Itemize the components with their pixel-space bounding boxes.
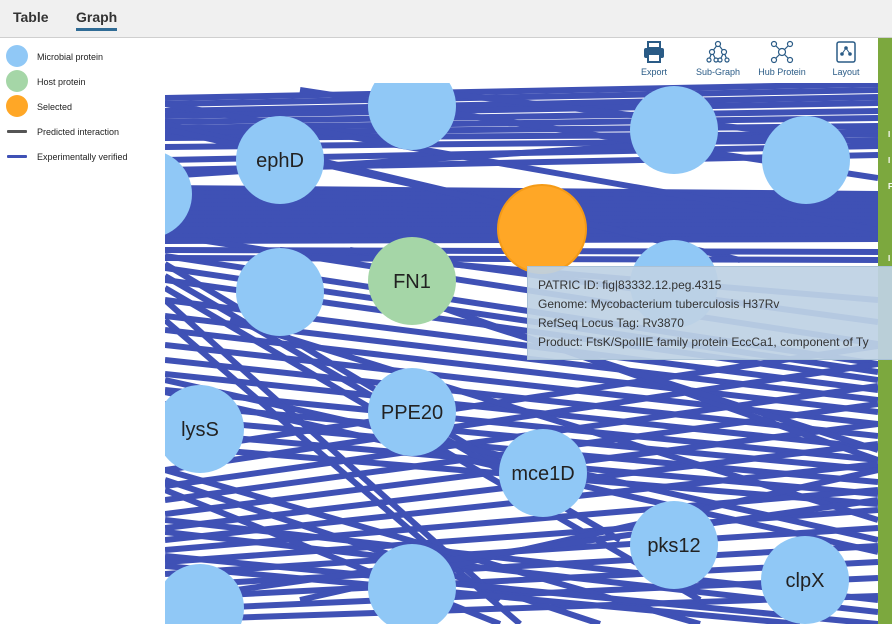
- tooltip-refseq-locus-tag: RefSeq Locus Tag: Rv3870: [538, 316, 684, 330]
- legend-experimentally-verified: Experimentally verified: [0, 145, 165, 167]
- tooltip-product: Product: FtsK/SpoIIIE family protein Ecc…: [538, 335, 869, 349]
- protein-node-ephd[interactable]: ephD: [236, 116, 324, 204]
- host-protein-swatch: [6, 70, 28, 92]
- subgraph-label: Sub-Graph: [695, 67, 741, 77]
- protein-node-clpx[interactable]: clpX: [761, 536, 849, 624]
- hub-protein-button[interactable]: Hub Protein: [756, 40, 808, 77]
- legend-label: Host protein: [37, 77, 86, 87]
- protein-node-label: clpX: [786, 570, 825, 592]
- protein-node-fn1[interactable]: FN1: [368, 237, 456, 325]
- microbial-protein-circle[interactable]: [762, 116, 850, 204]
- legend-label: Microbial protein: [37, 52, 104, 62]
- protein-node[interactable]: [236, 248, 324, 336]
- side-panel-char: I: [888, 156, 891, 165]
- protein-node-ppe20[interactable]: PPE20: [368, 368, 456, 456]
- predicted-interaction-swatch: [7, 130, 27, 133]
- protein-node[interactable]: [630, 86, 718, 174]
- subgraph-icon: [706, 40, 730, 63]
- layout-icon: [836, 41, 856, 63]
- selected-protein-circle[interactable]: [497, 184, 587, 274]
- legend-label: Predicted interaction: [37, 127, 120, 137]
- protein-node-label: pks12: [647, 535, 700, 557]
- selected-swatch: [6, 95, 28, 117]
- layout-label: Layout: [832, 67, 860, 77]
- legend-label: Selected: [37, 102, 73, 112]
- export-button[interactable]: Export: [634, 40, 674, 77]
- tooltip-patric-id: PATRIC ID: fig|83332.12.peg.4315: [538, 278, 722, 292]
- microbial-protein-swatch: [6, 45, 28, 67]
- side-panel-char: I: [888, 254, 891, 263]
- hub-protein-label: Hub Protein: [758, 67, 806, 77]
- protein-node-label: mce1D: [511, 463, 574, 485]
- printer-icon: [644, 41, 664, 63]
- protein-node-label: PPE20: [381, 402, 443, 424]
- legend-predicted-interaction: Predicted interaction: [0, 120, 165, 142]
- layout-button[interactable]: Layout: [826, 40, 866, 77]
- protein-node-label: ephD: [256, 150, 304, 172]
- side-panel-char: I: [888, 130, 891, 139]
- view-tab-bar: Table Graph: [0, 0, 892, 38]
- legend-selected: Selected: [0, 95, 165, 117]
- graph-toolbar: Export Sub-Graph Hub Protein Layout: [630, 40, 878, 82]
- legend-host-protein: Host protein: [0, 70, 165, 92]
- subgraph-button[interactable]: Sub-Graph: [694, 40, 742, 77]
- node-tooltip: PATRIC ID: fig|83332.12.peg.4315 Genome:…: [527, 266, 892, 360]
- export-label: Export: [640, 67, 667, 77]
- protein-node[interactable]: [762, 116, 850, 204]
- microbial-protein-circle[interactable]: [630, 86, 718, 174]
- legend-label: Experimentally verified: [37, 152, 128, 162]
- legend-microbial-protein: Microbial protein: [0, 45, 165, 67]
- protein-node[interactable]: [497, 184, 587, 274]
- experimentally-verified-swatch: [7, 155, 27, 158]
- side-panel-char: F: [888, 182, 892, 191]
- graph-legend: Microbial protein Host protein Selected …: [0, 40, 165, 624]
- microbial-protein-circle[interactable]: [236, 248, 324, 336]
- tab-table[interactable]: Table: [13, 9, 49, 25]
- protein-node-mce1d[interactable]: mce1D: [499, 429, 587, 517]
- tab-graph[interactable]: Graph: [76, 9, 118, 31]
- protein-node-pks12[interactable]: pks12: [630, 501, 718, 589]
- protein-node-label: lysS: [181, 419, 219, 441]
- tooltip-genome: Genome: Mycobacterium tuberculosis H37Rv: [538, 297, 780, 311]
- protein-node-label: FN1: [393, 271, 431, 293]
- hub-protein-icon: [770, 40, 794, 64]
